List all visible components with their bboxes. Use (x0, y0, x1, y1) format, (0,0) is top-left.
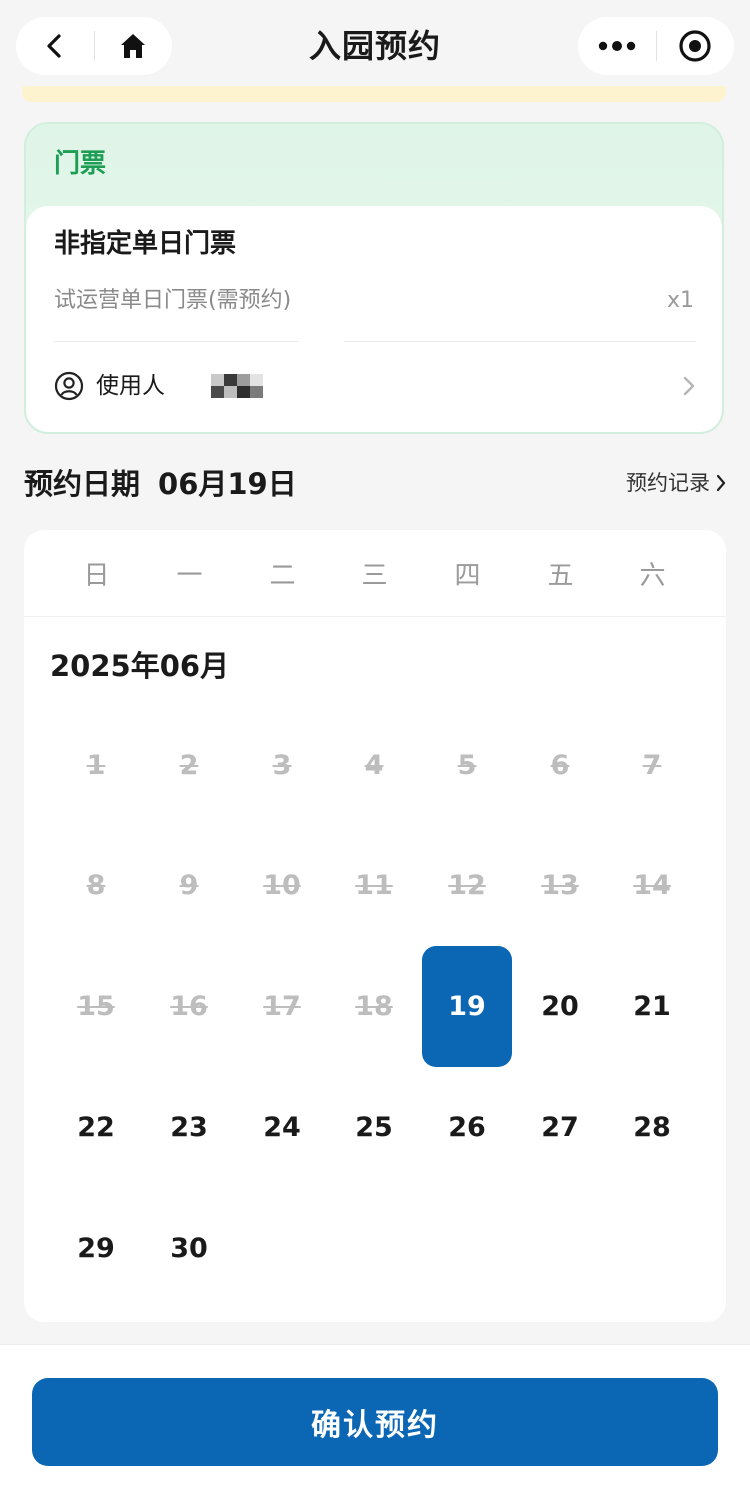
ticket-description: 试运营单日门票(需预约) (54, 288, 292, 313)
month-title: 2025年06月 (50, 649, 230, 683)
more-dots-icon (598, 41, 635, 51)
calendar-day: 7 (642, 750, 662, 781)
calendar-day: 14 (633, 870, 671, 901)
divider (54, 341, 696, 342)
calendar: 日一二三四五六 2025年06月 1 2 3 4 5 6 7 8 9 10 11 12 13 14 15 16… (24, 530, 726, 1322)
user-label: 使用人 (96, 373, 165, 399)
weekday-label: 二 (269, 560, 296, 591)
calendar-day: 4 (364, 750, 384, 781)
calendar-day[interactable]: 24 (237, 1067, 327, 1188)
ticket-quantity: x1 (666, 288, 694, 313)
calendar-day: 5 (457, 750, 477, 781)
calendar-day: 8 (86, 870, 106, 901)
weekday-label: 四 (454, 560, 481, 591)
calendar-day: 15 (77, 991, 115, 1022)
target-close-icon (679, 30, 711, 62)
nav-header: 入园预约 (0, 0, 750, 90)
calendar-day-selected[interactable]: 19 (422, 946, 512, 1067)
weekday-label: 一 (176, 560, 203, 591)
more-button[interactable] (578, 17, 656, 75)
calendar-day: 13 (541, 870, 579, 901)
bottom-action-bar: 确认预约 (0, 1344, 750, 1490)
ticket-user-row[interactable]: 使用人 (54, 354, 696, 418)
ticket-name: 非指定单日门票 (54, 229, 237, 259)
calendar-day: 10 (263, 870, 301, 901)
calendar-day[interactable]: 26 (422, 1067, 512, 1188)
calendar-day[interactable]: 27 (515, 1067, 605, 1188)
booking-record-link[interactable]: 预约记录 (626, 467, 726, 499)
calendar-day: 17 (263, 991, 301, 1022)
calendar-day: 12 (448, 870, 486, 901)
calendar-day[interactable]: 25 (329, 1067, 419, 1188)
weekday-header: 日一二三四五六 (24, 530, 726, 617)
booking-date-label: 预约日期 (24, 467, 141, 501)
weekday-label: 三 (361, 560, 388, 591)
calendar-day[interactable]: 30 (144, 1188, 234, 1309)
selected-date-value: 06月19日 (158, 467, 297, 501)
calendar-day: 16 (170, 991, 208, 1022)
close-miniprogram-button[interactable] (657, 17, 735, 75)
calendar-day: 2 (179, 750, 199, 781)
calendar-day: 18 (355, 991, 393, 1022)
calendar-day: 1 (86, 750, 106, 781)
booking-record-label: 预约记录 (626, 471, 710, 495)
calendar-day: 6 (550, 750, 570, 781)
chevron-right-icon (716, 474, 726, 492)
weekday-label: 日 (83, 560, 110, 591)
chevron-right-icon (683, 376, 695, 396)
calendar-day[interactable]: 29 (51, 1188, 141, 1309)
user-circle-icon (54, 371, 84, 401)
weekday-label: 六 (639, 560, 666, 591)
ticket-card: 门票 非指定单日门票 试运营单日门票(需预约) x1 使用人 (24, 122, 724, 434)
calendar-day[interactable]: 23 (144, 1067, 234, 1188)
confirm-booking-button[interactable]: 确认预约 (32, 1378, 718, 1466)
calendar-day: 9 (179, 870, 199, 901)
notice-strip (22, 86, 726, 102)
calendar-day[interactable]: 20 (515, 946, 605, 1067)
masked-user-name (211, 374, 263, 398)
booking-date-heading: 预约日期 06月19日 (24, 464, 297, 504)
calendar-day[interactable]: 28 (607, 1067, 697, 1188)
calendar-day: 11 (355, 870, 393, 901)
ticket-detail: 非指定单日门票 试运营单日门票(需预约) x1 使用人 (26, 206, 722, 432)
calendar-day[interactable]: 22 (51, 1067, 141, 1188)
weekday-label: 五 (547, 560, 574, 591)
ticket-tag: 门票 (54, 149, 107, 179)
nav-capsule-right (578, 17, 734, 75)
calendar-day[interactable]: 21 (607, 946, 697, 1067)
calendar-day: 3 (272, 750, 292, 781)
